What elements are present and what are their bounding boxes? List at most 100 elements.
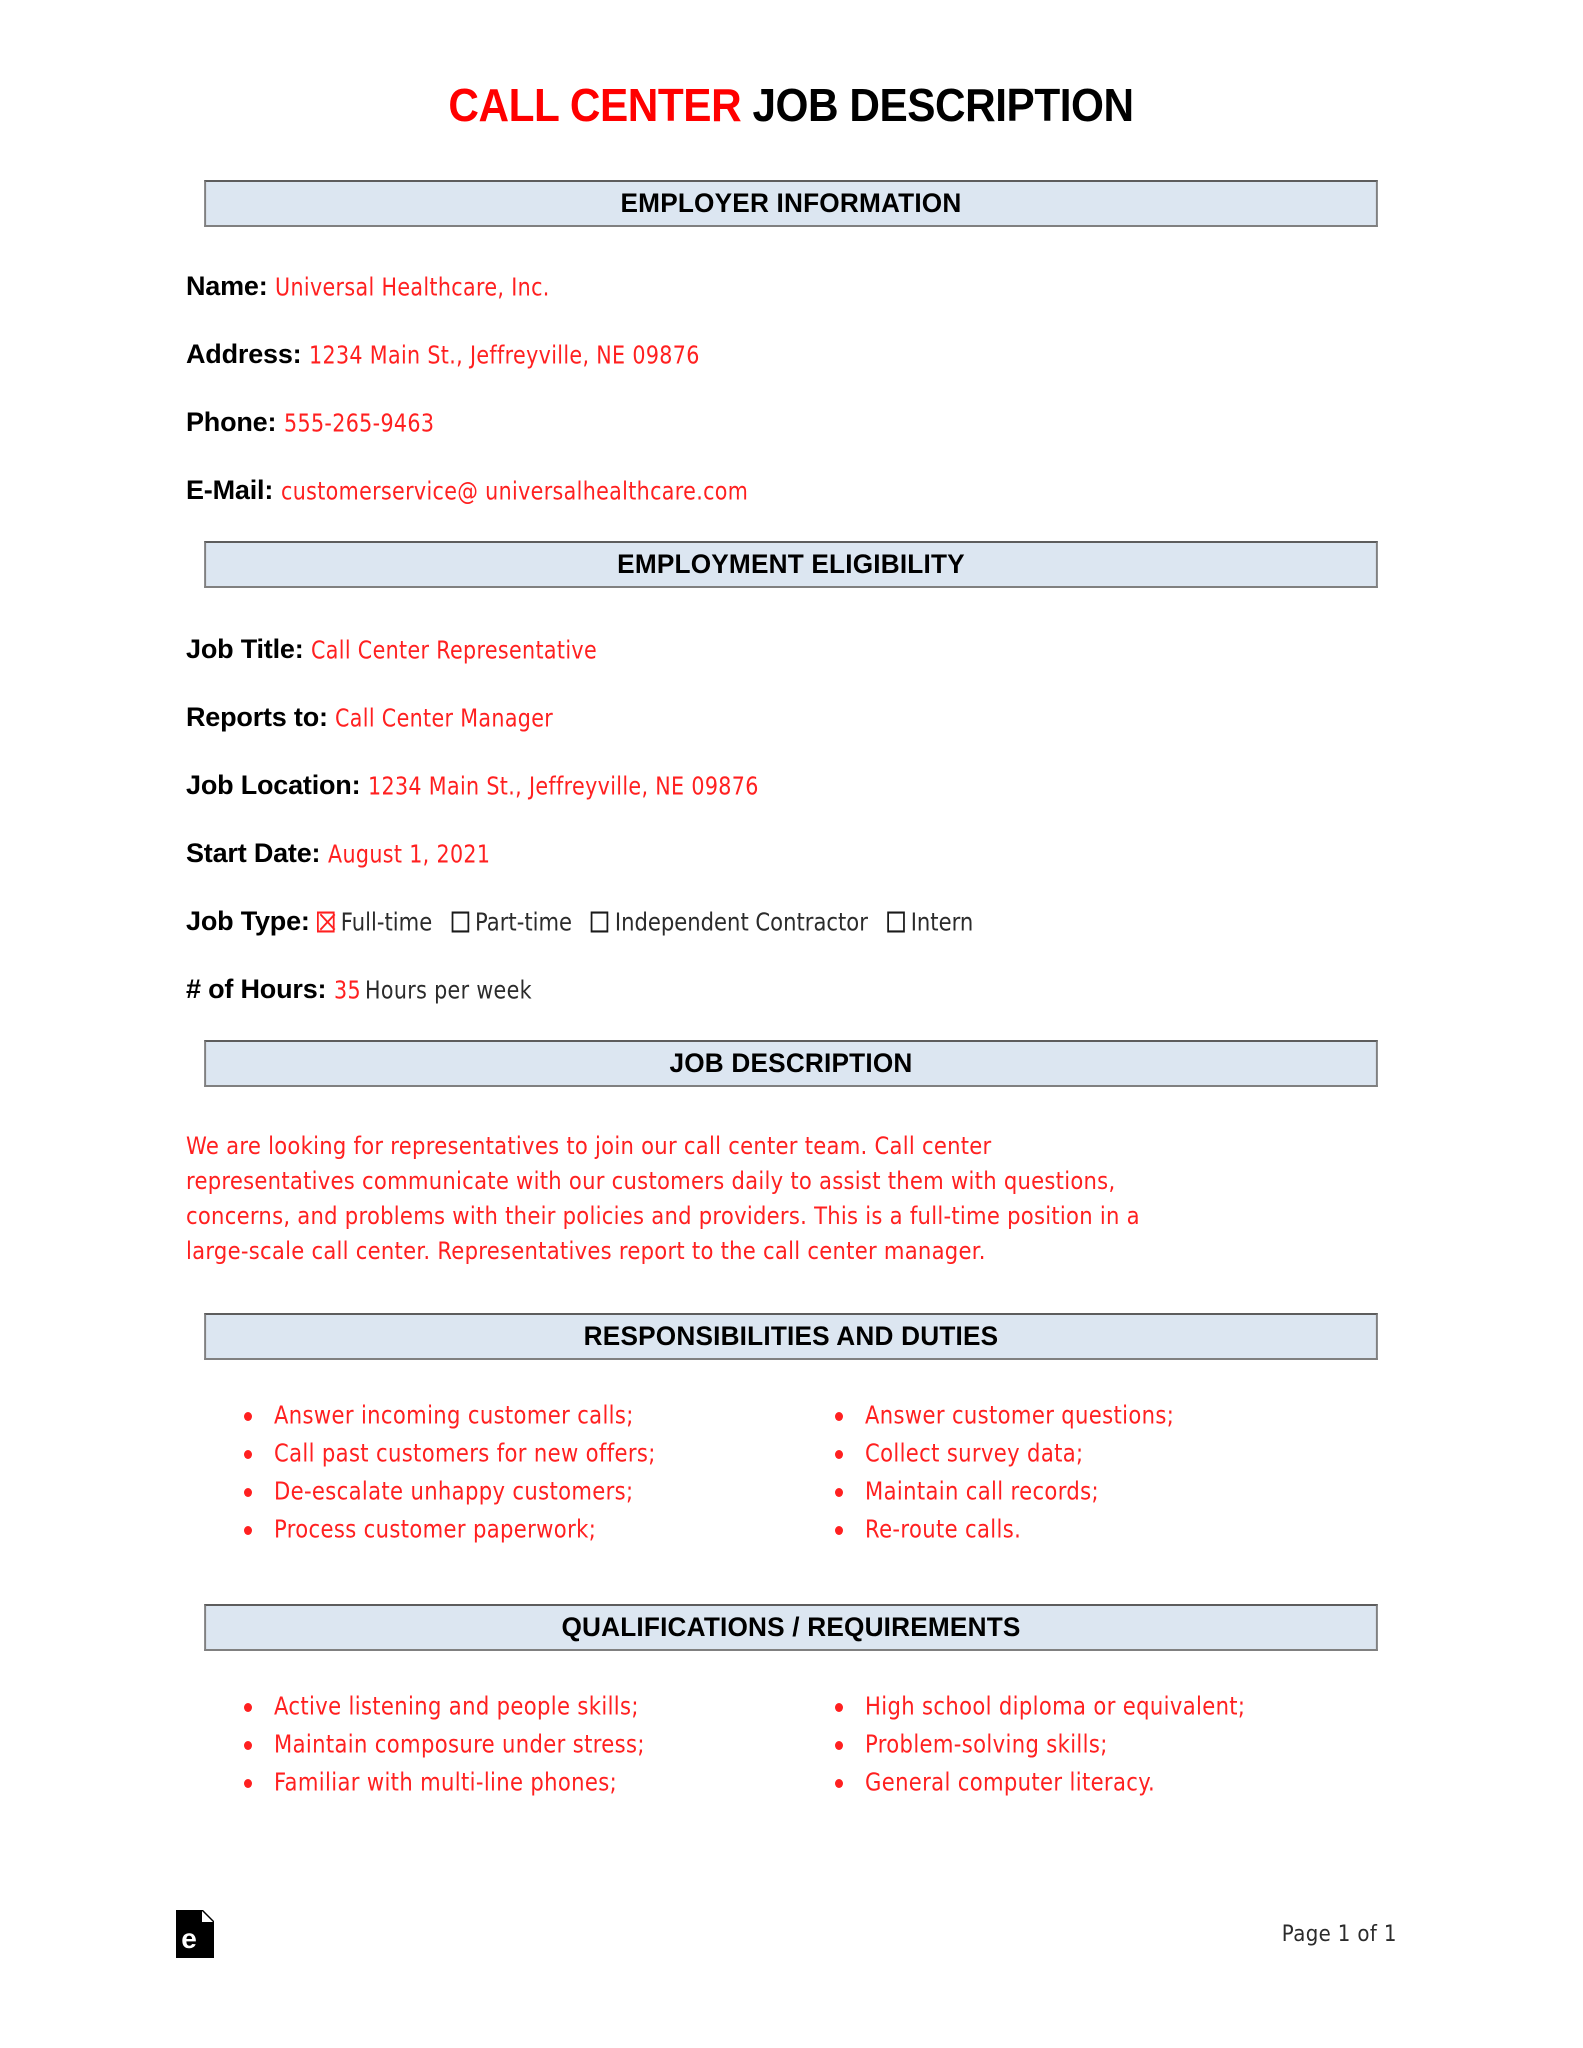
svg-text:e: e xyxy=(181,1923,197,1954)
list-item: De-escalate unhappy customers; xyxy=(226,1472,791,1510)
field-reports-to: Reports to: Call Center Manager xyxy=(186,704,1396,731)
checkbox-label-independent-contractor: Independent Contractor xyxy=(615,907,869,937)
page-title: CALL CENTER JOB DESCRIPTION xyxy=(234,78,1347,132)
section-header-responsibilities-and-duties: RESPONSIBILITIES AND DUTIES xyxy=(204,1313,1378,1360)
checkbox-empty-icon[interactable] xyxy=(887,911,905,933)
checkbox-option-independent-contractor[interactable]: Independent Contractor xyxy=(591,907,869,937)
list-item-text: General computer literacy. xyxy=(865,1767,1156,1797)
checkbox-checked-icon[interactable] xyxy=(317,911,335,933)
document-page: CALL CENTER JOB DESCRIPTION EMPLOYER INF… xyxy=(0,0,1583,2048)
colon: : xyxy=(317,974,327,1004)
list-item: Familiar with multi-line phones; xyxy=(226,1763,791,1801)
field-job-type-label: Job Type xyxy=(186,906,301,936)
list-item-text: Active listening and people skills; xyxy=(274,1691,639,1721)
section-header-employment-eligibility: EMPLOYMENT ELIGIBILITY xyxy=(204,541,1378,588)
list-item: Active listening and people skills; xyxy=(226,1687,791,1725)
field-email-value[interactable]: customerservice@ universalhealthcare.com xyxy=(281,478,748,503)
section-header-job-description: JOB DESCRIPTION xyxy=(204,1040,1378,1087)
field-name: Name: Universal Healthcare, Inc. xyxy=(186,273,1396,300)
job-type-options: Full-time Part-time Independent Contract… xyxy=(317,907,986,937)
field-job-title-label: Job Title xyxy=(186,634,295,664)
field-email: E-Mail: customerservice@ universalhealth… xyxy=(186,477,1396,504)
colon: : xyxy=(294,634,304,664)
list-item: Call past customers for new offers; xyxy=(226,1434,791,1472)
list-item-text: High school diploma or equivalent; xyxy=(865,1691,1246,1721)
colon: : xyxy=(351,770,361,800)
page-number: Page 1 of 1 xyxy=(1281,1922,1397,1947)
list-item-text: Problem-solving skills; xyxy=(865,1729,1108,1759)
field-job-type: Job Type: Full-time Part-time Independen… xyxy=(186,908,1396,935)
list-item-text: Maintain call records; xyxy=(865,1476,1099,1506)
field-phone-value[interactable]: 555-265-9463 xyxy=(284,410,434,435)
qualifications-right-column: High school diploma or equivalent; Probl… xyxy=(791,1687,1396,1801)
qualifications-list: Active listening and people skills; Main… xyxy=(186,1687,1396,1801)
document-content: CALL CENTER JOB DESCRIPTION EMPLOYER INF… xyxy=(186,0,1396,1801)
page-title-rest: JOB DESCRIPTION xyxy=(752,79,1134,131)
list-item-text: Process customer paperwork; xyxy=(274,1514,597,1544)
section-header-qualifications-requirements: QUALIFICATIONS / REQUIREMENTS xyxy=(204,1604,1378,1651)
list-item: Collect survey data; xyxy=(817,1434,1396,1472)
field-job-location-label: Job Location xyxy=(186,770,352,800)
field-job-title-value[interactable]: Call Center Representative xyxy=(311,637,597,662)
colon: : xyxy=(319,702,329,732)
field-reports-to-label: Reports to xyxy=(186,702,320,732)
list-item: Re-route calls. xyxy=(817,1510,1396,1548)
list-item-text: Answer customer questions; xyxy=(865,1400,1175,1430)
job-description-body[interactable]: We are looking for representatives to jo… xyxy=(186,1129,1145,1269)
list-item-text: Maintain composure under stress; xyxy=(274,1729,645,1759)
field-number-of-hours: # of Hours: 35 Hours per week xyxy=(186,976,1396,1003)
field-job-location-value[interactable]: 1234 Main St., Jeffreyville, NE 09876 xyxy=(368,773,759,798)
field-address: Address: 1234 Main St., Jeffreyville, NE… xyxy=(186,341,1396,368)
field-name-label: Name xyxy=(186,271,259,301)
field-email-label: E-Mail xyxy=(186,475,265,505)
list-item: Answer customer questions; xyxy=(817,1396,1396,1434)
eforms-document-logo-icon[interactable]: e xyxy=(176,1909,215,1958)
field-number-of-hours-suffix: Hours per week xyxy=(365,975,533,1005)
colon: : xyxy=(264,475,274,505)
field-number-of-hours-label: # of Hours xyxy=(186,974,318,1004)
list-item-text: De-escalate unhappy customers; xyxy=(274,1476,634,1506)
list-item: Process customer paperwork; xyxy=(226,1510,791,1548)
responsibilities-left-column: Answer incoming customer calls; Call pas… xyxy=(186,1396,791,1548)
field-job-location: Job Location: 1234 Main St., Jeffreyvill… xyxy=(186,772,1396,799)
checkbox-option-part-time[interactable]: Part-time xyxy=(451,907,573,937)
field-number-of-hours-value[interactable]: 35 xyxy=(334,977,361,1002)
checkbox-label-part-time: Part-time xyxy=(475,907,573,937)
list-item: General computer literacy. xyxy=(817,1763,1396,1801)
colon: : xyxy=(258,271,268,301)
colon: : xyxy=(267,407,277,437)
colon: : xyxy=(292,339,302,369)
checkbox-empty-icon[interactable] xyxy=(591,911,609,933)
list-item-text: Familiar with multi-line phones; xyxy=(274,1767,618,1797)
checkbox-option-intern[interactable]: Intern xyxy=(887,907,974,937)
field-name-value[interactable]: Universal Healthcare, Inc. xyxy=(275,274,550,299)
checkbox-empty-icon[interactable] xyxy=(451,911,470,933)
colon: : xyxy=(300,906,310,936)
field-start-date-label: Start Date xyxy=(186,838,312,868)
field-address-value[interactable]: 1234 Main St., Jeffreyville, NE 09876 xyxy=(309,342,700,367)
colon: : xyxy=(311,838,321,868)
field-start-date-value[interactable]: August 1, 2021 xyxy=(328,841,490,866)
checkbox-label-full-time: Full-time xyxy=(340,907,433,937)
responsibilities-list: Answer incoming customer calls; Call pas… xyxy=(186,1396,1396,1548)
list-item: High school diploma or equivalent; xyxy=(817,1687,1396,1725)
qualifications-left-column: Active listening and people skills; Main… xyxy=(186,1687,791,1801)
list-item-text: Re-route calls. xyxy=(865,1514,1022,1544)
list-item: Answer incoming customer calls; xyxy=(226,1396,791,1434)
list-item-text: Answer incoming customer calls; xyxy=(274,1400,634,1430)
list-item: Maintain call records; xyxy=(817,1472,1396,1510)
field-reports-to-value[interactable]: Call Center Manager xyxy=(335,705,553,730)
field-phone: Phone: 555-265-9463 xyxy=(186,409,1396,436)
list-item-text: Call past customers for new offers; xyxy=(274,1438,656,1468)
responsibilities-right-column: Answer customer questions; Collect surve… xyxy=(791,1396,1396,1548)
field-start-date: Start Date: August 1, 2021 xyxy=(186,840,1396,867)
list-item: Maintain composure under stress; xyxy=(226,1725,791,1763)
list-item-text: Collect survey data; xyxy=(865,1438,1084,1468)
checkbox-option-full-time[interactable]: Full-time xyxy=(317,907,433,937)
field-job-title: Job Title: Call Center Representative xyxy=(186,636,1396,663)
field-phone-label: Phone xyxy=(186,407,268,437)
section-header-employer-information: EMPLOYER INFORMATION xyxy=(204,180,1378,227)
page-title-accent: CALL CENTER xyxy=(448,79,742,131)
page-footer: e Page 1 of 1 xyxy=(176,1909,1397,1980)
checkbox-label-intern: Intern xyxy=(910,907,974,937)
